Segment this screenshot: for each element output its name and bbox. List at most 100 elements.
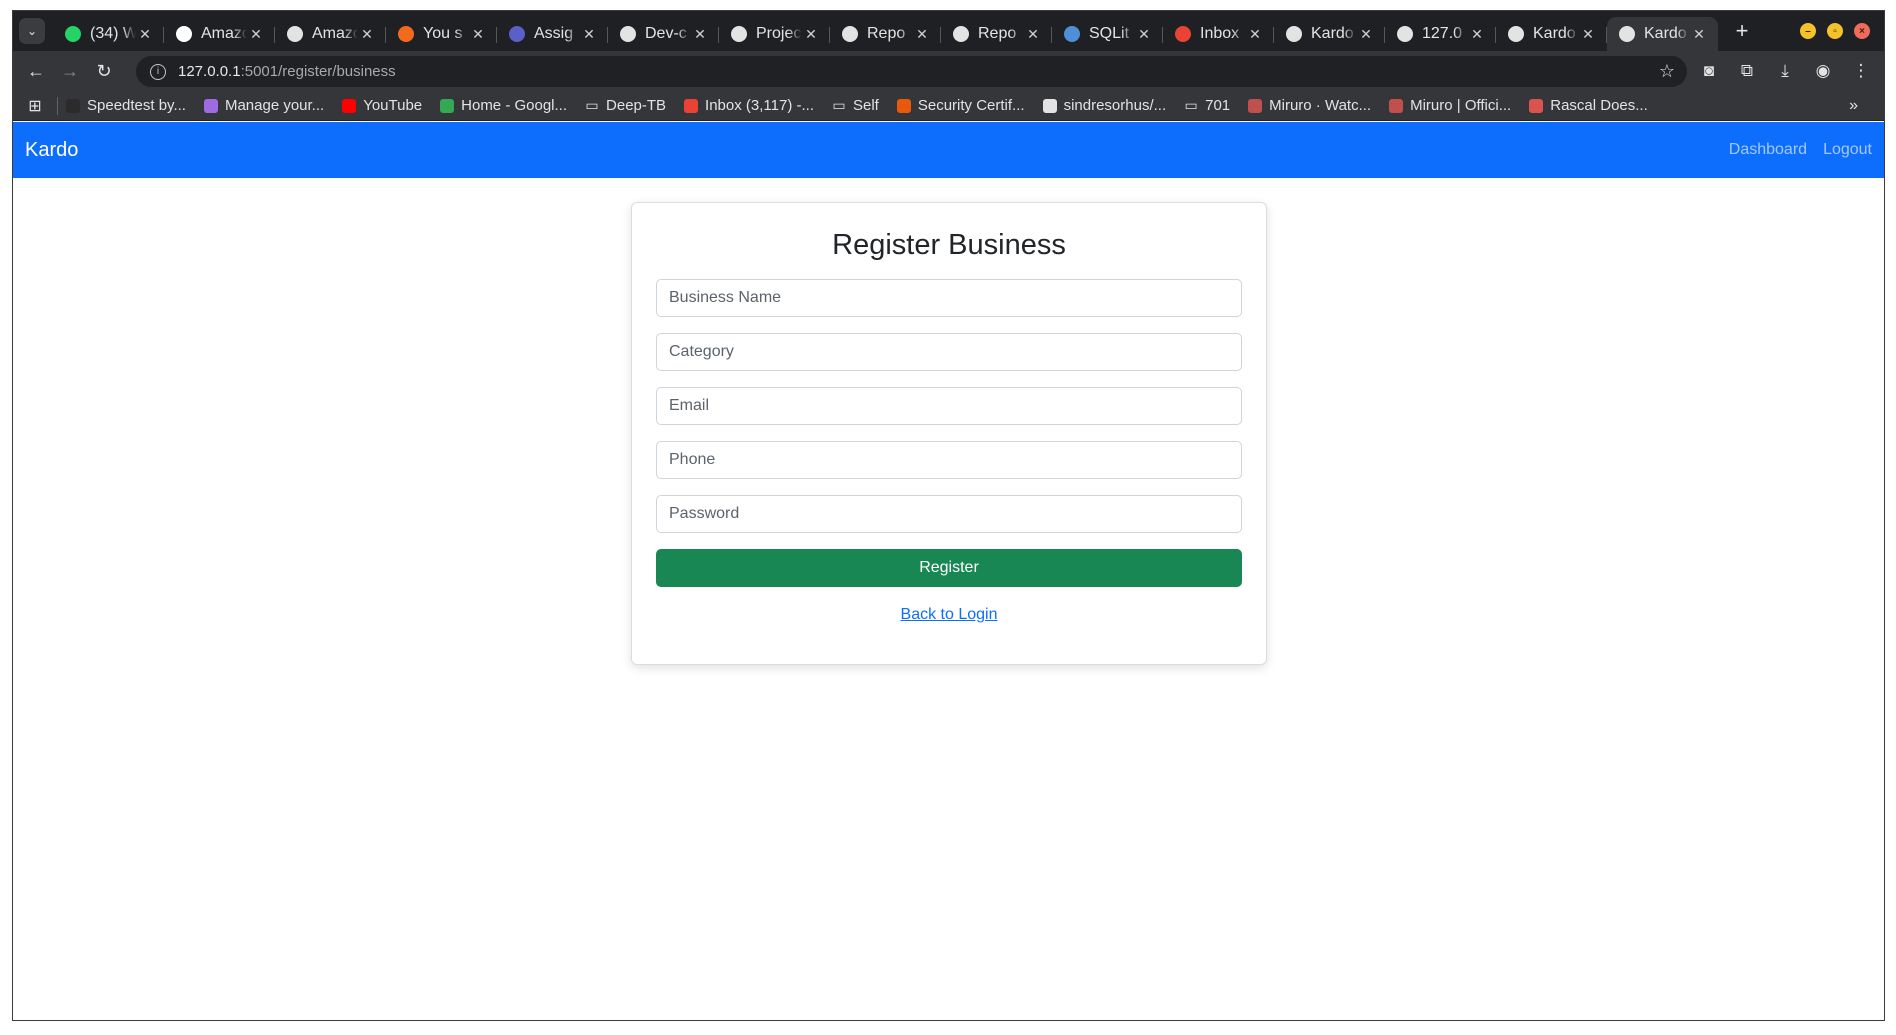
browser-tab[interactable]: 127.0 ✕ <box>1385 17 1496 51</box>
bookmark-favicon-icon <box>203 98 218 113</box>
tab-close-icon[interactable]: ✕ <box>802 26 820 43</box>
reload-icon[interactable]: ↻ <box>87 54 121 88</box>
bookmark-item[interactable]: Manage your... <box>203 97 324 114</box>
menu-kebab-icon[interactable]: ⋮ <box>1844 54 1878 88</box>
tab-title: Kardo <box>1311 25 1354 42</box>
browser-tab[interactable]: Inbox ✕ <box>1163 17 1274 51</box>
sqlite-icon <box>1064 26 1080 42</box>
bookmark-label: sindresorhus/... <box>1063 97 1167 114</box>
tab-search-chevron-icon[interactable]: ⌄ <box>19 18 45 44</box>
back-to-login-link[interactable]: Back to Login <box>656 606 1242 624</box>
nav-links: Dashboard Logout <box>1729 141 1872 159</box>
browser-tab[interactable]: (34) WhatsApp✕ <box>53 17 164 51</box>
tab-close-icon[interactable]: ✕ <box>1579 26 1597 43</box>
browser-tab[interactable]: Projec ✕ <box>719 17 830 51</box>
business-name-input[interactable] <box>656 279 1242 317</box>
tab-close-icon[interactable]: ✕ <box>136 26 154 43</box>
forward-arrow-icon[interactable]: → <box>53 54 87 88</box>
bookmark-item[interactable]: Inbox (3,117) -... <box>684 97 814 114</box>
browser-tab[interactable]: Kardo ✕ <box>1607 17 1718 51</box>
tab-title: 127.0 <box>1422 25 1463 42</box>
address-bar[interactable]: i 127.0.0.1:5001/register/business ☆ <box>136 56 1687 87</box>
browser-tab[interactable]: SQLit ✕ <box>1052 17 1163 51</box>
tab-title: Kardo <box>1533 25 1576 42</box>
bookmark-item[interactable]: Speedtest by... <box>66 97 186 114</box>
browser-tab[interactable]: Repo ✕ <box>830 17 941 51</box>
browser-tab[interactable]: Assig ✕ <box>497 17 608 51</box>
bookmark-favicon-icon <box>66 98 80 113</box>
browser-tab[interactable]: Kardo ✕ <box>1274 17 1385 51</box>
url-path: :5001/register/business <box>240 63 396 80</box>
brand-link[interactable]: Kardo <box>25 139 78 162</box>
bookmark-favicon-icon <box>684 98 699 113</box>
tab-close-icon[interactable]: ✕ <box>469 26 487 43</box>
bookmark-item[interactable]: YouTube <box>342 97 422 114</box>
tab-close-icon[interactable]: ✕ <box>1024 26 1042 43</box>
browser-tab[interactable]: Dev-c ✕ <box>608 17 719 51</box>
tab-list: (34) WhatsApp✕Amazon✕Amazon✕You s✕Assig✕… <box>53 11 1718 51</box>
bookmark-label: Speedtest by... <box>87 97 186 114</box>
bookmark-item[interactable]: ▭ 701 <box>1184 97 1230 114</box>
site-info-icon[interactable]: i <box>150 63 166 80</box>
apps-grid-icon[interactable]: ⊞ <box>17 96 53 116</box>
minimize-icon[interactable]: – <box>1800 23 1816 39</box>
bookmark-item[interactable]: Security Certif... <box>896 97 1025 114</box>
nav-dashboard-link[interactable]: Dashboard <box>1729 141 1807 159</box>
tab-close-icon[interactable]: ✕ <box>691 26 709 43</box>
new-tab-plus-icon[interactable]: + <box>1730 18 1754 44</box>
bookmark-star-icon[interactable]: ☆ <box>1659 61 1675 82</box>
bookmark-item[interactable]: Miruro | Offici... <box>1389 97 1511 114</box>
window-controls: – ▫ × <box>1800 23 1870 39</box>
folder-icon: ▭ <box>1184 97 1198 113</box>
email-input[interactable] <box>656 387 1242 425</box>
bookmark-label: Miruro | Offici... <box>1410 97 1512 114</box>
tab-close-icon[interactable]: ✕ <box>913 26 931 43</box>
openai-icon <box>731 26 747 42</box>
tab-close-icon[interactable]: ✕ <box>358 26 376 43</box>
tab-strip: ⌄ (34) WhatsApp✕Amazon✕Amazon✕You s✕Assi… <box>13 11 1884 51</box>
bookmark-label: Miruro · Watc... <box>1269 97 1372 114</box>
bookmark-item[interactable]: Miruro · Watc... <box>1248 97 1371 114</box>
browser-tab[interactable]: Amazon✕ <box>164 17 275 51</box>
bookmark-item[interactable]: ▭ Self <box>832 97 878 114</box>
bookmark-item[interactable]: sindresorhus/... <box>1042 97 1167 114</box>
close-window-icon[interactable]: × <box>1854 23 1870 39</box>
github-icon <box>1286 26 1302 42</box>
tab-close-icon[interactable]: ✕ <box>1690 26 1708 43</box>
extensions-puzzle-icon[interactable]: ⧉ <box>1730 54 1764 88</box>
category-input[interactable] <box>656 333 1242 371</box>
url-host: 127.0.0.1 <box>178 63 241 80</box>
page-viewport: Kardo Dashboard Logout Register Business… <box>13 122 1884 1020</box>
tab-close-icon[interactable]: ✕ <box>1468 26 1486 43</box>
browser-tab[interactable]: Repo ✕ <box>941 17 1052 51</box>
tab-close-icon[interactable]: ✕ <box>1135 26 1153 43</box>
tab-close-icon[interactable]: ✕ <box>1357 26 1375 43</box>
github-icon <box>620 26 636 42</box>
tab-close-icon[interactable]: ✕ <box>1246 26 1264 43</box>
more-bookmarks-chevron-icon[interactable]: » <box>1849 97 1858 115</box>
profile-avatar-icon[interactable]: ◉ <box>1806 54 1840 88</box>
bookmark-label: Rascal Does... <box>1550 97 1648 114</box>
maximize-icon[interactable]: ▫ <box>1827 23 1843 39</box>
password-input[interactable] <box>656 495 1242 533</box>
tab-close-icon[interactable]: ✕ <box>247 26 265 43</box>
tab-title: (34) WhatsApp <box>90 25 136 42</box>
nav-logout-link[interactable]: Logout <box>1823 141 1872 159</box>
browser-tab[interactable]: Amazon✕ <box>275 17 386 51</box>
browser-tab[interactable]: Kardo ✕ <box>1496 17 1607 51</box>
browser-toolbar: ← → ↻ i 127.0.0.1:5001/register/business… <box>13 51 1884 91</box>
bookmark-label: Deep-TB <box>606 97 667 114</box>
register-button[interactable]: Register <box>656 549 1242 587</box>
download-icon[interactable]: ⤓ <box>1768 54 1802 88</box>
bookmark-item[interactable]: Rascal Does... <box>1529 97 1648 114</box>
bookmark-item[interactable]: ▭ Deep-TB <box>585 97 666 114</box>
bookmark-favicon-icon <box>1529 98 1544 113</box>
incognito-glasses-icon[interactable]: ◙ <box>1692 54 1726 88</box>
tab-title: You s <box>423 25 463 42</box>
tab-close-icon[interactable]: ✕ <box>580 26 598 43</box>
browser-window: ⌄ (34) WhatsApp✕Amazon✕Amazon✕You s✕Assi… <box>12 10 1885 1021</box>
back-arrow-icon[interactable]: ← <box>19 54 53 88</box>
bookmark-item[interactable]: Home - Googl... <box>440 97 567 114</box>
phone-input[interactable] <box>656 441 1242 479</box>
browser-tab[interactable]: You s ✕ <box>386 17 497 51</box>
